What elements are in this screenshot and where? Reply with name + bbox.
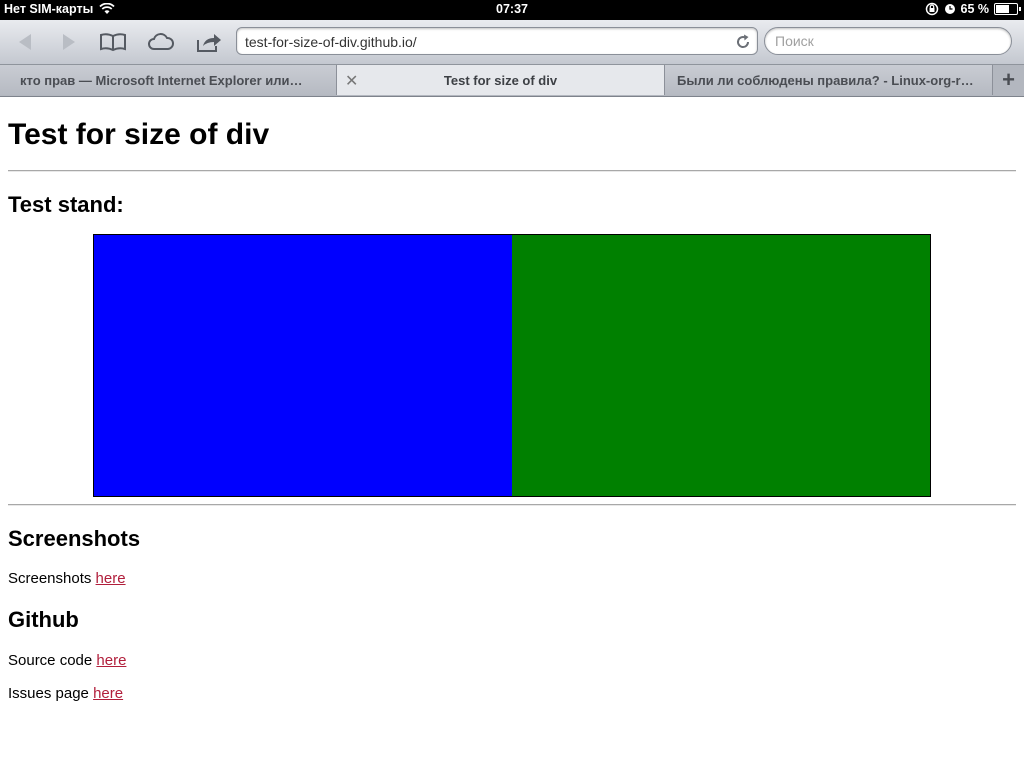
source-code-link[interactable]: here — [96, 652, 126, 669]
browser-toolbar: test-for-size-of-div.github.io/ — [0, 20, 1024, 65]
screenshots-text: Screenshots — [8, 570, 96, 587]
carrier-label: Нет SIM-карты — [4, 2, 94, 16]
screenshots-link[interactable]: here — [96, 570, 126, 587]
page-content: Test for size of div Test stand: Screens… — [8, 96, 1016, 702]
forward-arrow-icon — [63, 34, 75, 50]
icloud-tabs-button[interactable] — [146, 29, 176, 55]
issues-text: Issues page — [8, 685, 94, 702]
page-title: Test for size of div — [8, 118, 270, 151]
tab-bar: кто прав — Microsoft Internet Explorer и… — [0, 65, 1024, 97]
new-tab-button[interactable]: + — [993, 65, 1024, 95]
clock: 07:37 — [496, 2, 528, 16]
tab-ie-question[interactable]: кто прав — Microsoft Internet Explorer и… — [0, 65, 337, 95]
battery-percent: 65 % — [960, 2, 990, 16]
screenshots-section: Screenshots Screenshots here — [8, 526, 140, 588]
plus-icon: + — [1002, 67, 1015, 92]
tab-label: Test for size of div — [443, 72, 558, 88]
address-bar[interactable]: test-for-size-of-div.github.io/ — [236, 27, 758, 55]
tab-test-for-size-of-div[interactable]: ✕ Test for size of div — [336, 65, 665, 95]
wifi-icon — [99, 3, 115, 14]
tab-linux-org-rules[interactable]: Были ли соблюдены правила? - Linux-org-r… — [665, 65, 993, 95]
orientation-lock-icon — [925, 2, 938, 16]
source-code-text: Source code — [8, 652, 97, 669]
battery-icon — [994, 3, 1021, 15]
bookmarks-button[interactable] — [98, 29, 128, 55]
tab-label: кто прав — Microsoft Internet Explorer и… — [20, 72, 303, 88]
forward-button[interactable] — [54, 29, 84, 55]
divider — [8, 504, 1016, 506]
battery-fill — [996, 5, 1009, 13]
share-icon — [197, 34, 221, 52]
back-button[interactable] — [10, 29, 40, 55]
alarm-clock-icon — [944, 4, 955, 14]
issues-link[interactable]: here — [93, 685, 123, 702]
github-section: Github Source code here Issues page here — [8, 607, 126, 703]
status-right-group: 65 % — [925, 2, 1021, 16]
github-heading: Github — [8, 607, 79, 632]
share-button[interactable] — [194, 29, 224, 55]
close-tab-icon[interactable]: ✕ — [345, 71, 358, 91]
source-code-paragraph: Source code here — [8, 652, 126, 670]
green-div — [512, 235, 930, 496]
screenshots-paragraph: Screenshots here — [8, 570, 140, 588]
search-input[interactable] — [764, 27, 1012, 55]
back-arrow-icon — [19, 34, 31, 50]
status-bar: Нет SIM-карты 07:37 65 % — [0, 0, 1024, 20]
reload-icon[interactable] — [733, 32, 753, 52]
tab-label: Были ли соблюдены правила? - Linux-org-r… — [677, 72, 974, 88]
book-icon — [100, 33, 126, 52]
screenshots-heading: Screenshots — [8, 526, 141, 551]
carrier-group: Нет SIM-карты — [4, 2, 115, 16]
address-bar-url: test-for-size-of-div.github.io/ — [245, 34, 417, 50]
issues-paragraph: Issues page here — [8, 685, 126, 703]
cloud-icon — [148, 33, 174, 50]
test-stand-heading: Test stand: — [8, 192, 124, 217]
test-stand — [93, 234, 931, 497]
divider — [8, 170, 1016, 172]
blue-div — [94, 235, 512, 496]
